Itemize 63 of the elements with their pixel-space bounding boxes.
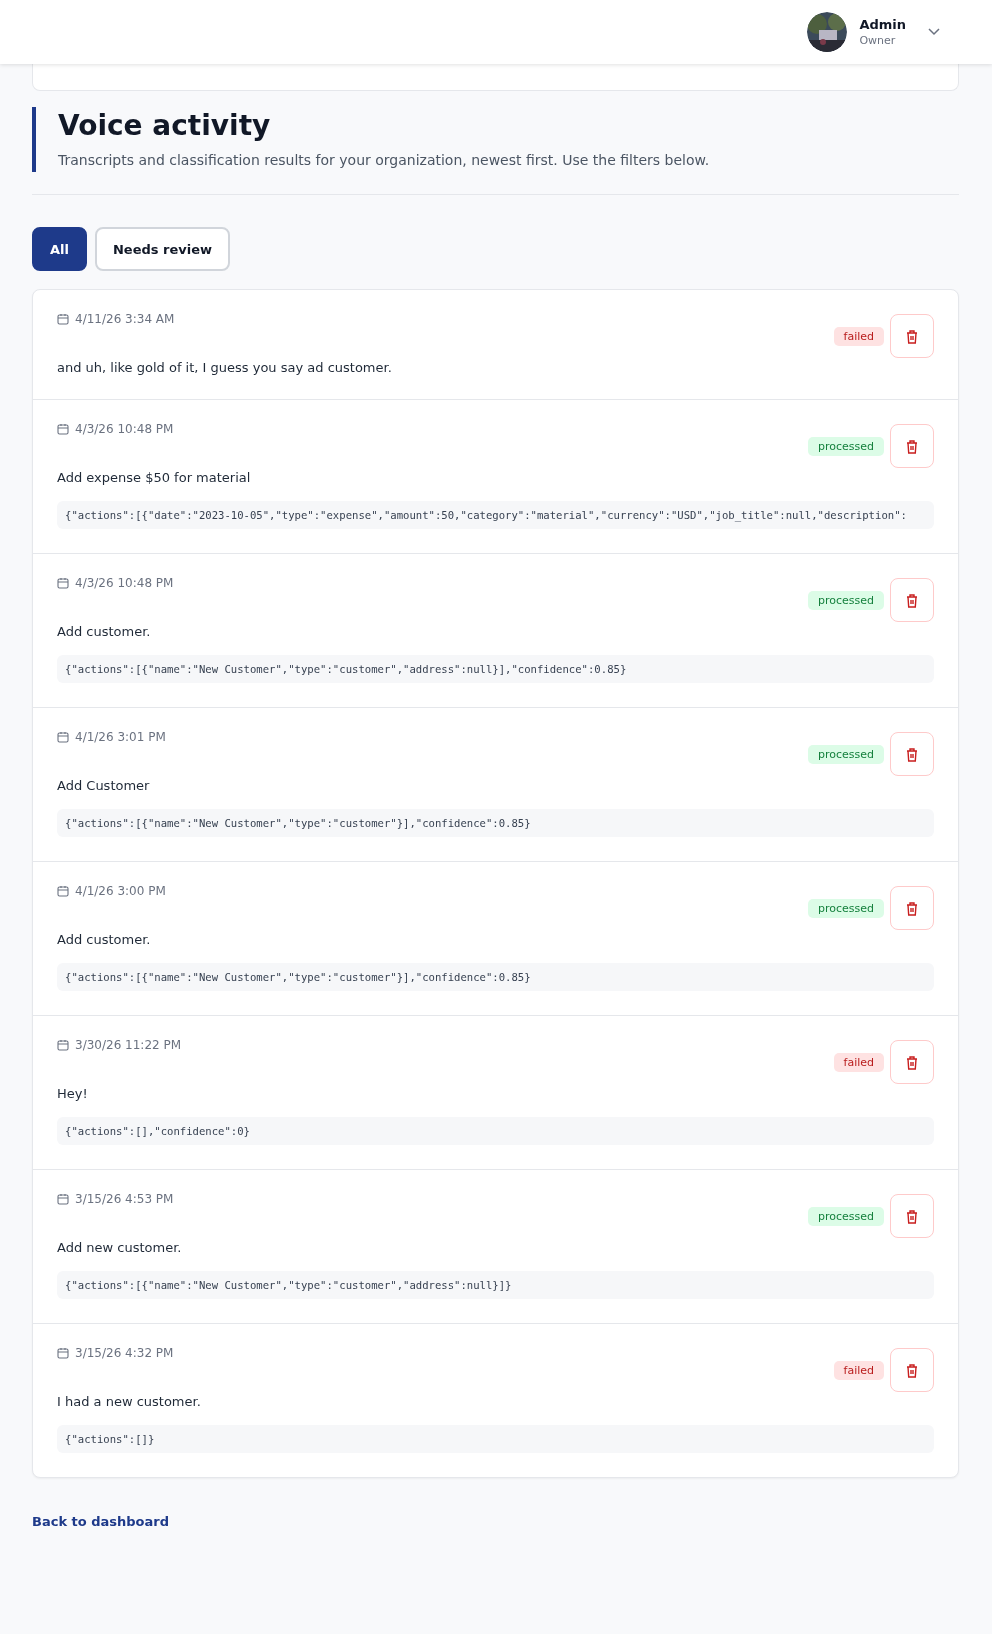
delete-button[interactable] (890, 424, 934, 468)
transcript-text: I had a new customer. (57, 1394, 202, 1409)
delete-button[interactable] (890, 1348, 934, 1392)
calendar-icon (57, 885, 69, 897)
trash-icon (905, 746, 919, 762)
calendar-icon (57, 577, 69, 589)
status-badge: failed (833, 1360, 884, 1380)
result-code: {"actions":[]} (57, 1425, 934, 1453)
transcript-text: Add Customer (57, 778, 151, 793)
result-code: {"actions":[{"date":"2023-10-05","type":"expense","amount":50,"category":"material","currency":"USD","job_title":null,"description": (57, 501, 934, 529)
back-link[interactable]: Back to dashboard (32, 1514, 170, 1529)
calendar-icon (57, 1039, 69, 1051)
status-badge: processed (807, 744, 884, 764)
status-badge: processed (807, 898, 884, 918)
user-role: Owner (859, 34, 897, 47)
page-subtitle: Transcripts and classification results for your organization, newest first. Use the filters below. (58, 152, 711, 168)
page-title: Voice activity (58, 109, 272, 142)
delete-button[interactable] (890, 732, 934, 776)
calendar-icon (57, 1347, 69, 1359)
transcript-text: and uh, like gold of it, I guess you say ad customer. (57, 360, 393, 375)
trash-icon (905, 438, 919, 454)
delete-button[interactable] (890, 1040, 934, 1084)
chevron-down-icon[interactable] (928, 28, 940, 36)
status-badge: processed (807, 590, 884, 610)
timestamp: 4/1/26 3:01 PM (75, 730, 166, 744)
trash-icon (905, 1362, 919, 1378)
filter-tab[interactable]: Needs review (95, 227, 231, 271)
delete-button[interactable] (890, 314, 934, 358)
transcript-text: Add new customer. (57, 1240, 183, 1255)
timestamp: 3/15/26 4:32 PM (75, 1346, 174, 1360)
transcript-text: Add customer. (57, 932, 152, 947)
result-code: {"actions":[{"name":"New Customer","type":"customer"}],"confidence":0.85} (57, 809, 934, 837)
result-code: {"actions":[{"name":"New Customer","type":"customer"}],"confidence":0.85} (57, 963, 934, 991)
result-code: {"actions":[{"name":"New Customer","type":"customer","address":null}],"confidence":0.85} (57, 655, 934, 683)
status-badge: processed (807, 1206, 884, 1226)
transcript-text: Add customer. (57, 624, 152, 639)
delete-button[interactable] (890, 578, 934, 622)
timestamp: 4/3/26 10:48 PM (75, 576, 174, 590)
timestamp: 3/15/26 4:53 PM (75, 1192, 174, 1206)
timestamp: 4/3/26 10:48 PM (75, 422, 174, 436)
delete-button[interactable] (890, 1194, 934, 1238)
filter-tab[interactable]: All (32, 227, 87, 271)
timestamp: 3/30/26 11:22 PM (75, 1038, 182, 1052)
status-badge: failed (833, 326, 884, 346)
user-name: Admin (859, 17, 906, 32)
trash-icon (905, 328, 919, 344)
calendar-icon (57, 731, 69, 743)
trash-icon (905, 1054, 919, 1070)
trash-icon (905, 900, 919, 916)
delete-button[interactable] (890, 886, 934, 930)
timestamp: 4/1/26 3:00 PM (75, 884, 166, 898)
transcript-text: Hey! (57, 1086, 89, 1101)
calendar-icon (57, 313, 69, 325)
status-badge: failed (833, 1052, 884, 1072)
calendar-icon (57, 1193, 69, 1205)
status-badge: processed (807, 436, 884, 456)
trash-icon (905, 1208, 919, 1224)
timestamp: 4/11/26 3:34 AM (75, 312, 175, 326)
result-code: {"actions":[],"confidence":0} (57, 1117, 934, 1145)
transcript-text: Add expense $50 for material (57, 470, 252, 485)
result-code: {"actions":[{"name":"New Customer","type":"customer","address":null}]} (57, 1271, 934, 1299)
trash-icon (905, 592, 919, 608)
calendar-icon (57, 423, 69, 435)
